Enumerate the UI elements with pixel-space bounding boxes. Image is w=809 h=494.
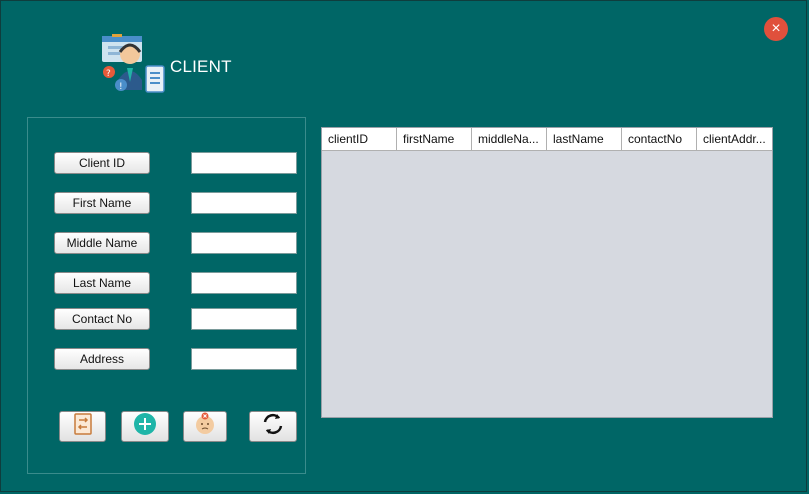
middle-name-field[interactable] [191, 232, 297, 254]
first-name-field[interactable] [191, 192, 297, 214]
svg-text:?: ? [106, 69, 111, 79]
svg-text:!: ! [119, 82, 123, 92]
address-label-button[interactable]: Address [54, 348, 150, 370]
refresh-button[interactable] [249, 411, 297, 442]
page-title: CLIENT [170, 57, 232, 76]
column-header-clientaddress[interactable]: clientAddr... [697, 128, 772, 150]
refresh-icon [260, 411, 286, 442]
update-button[interactable] [59, 411, 106, 442]
client-table[interactable]: clientID firstName middleNa... lastName … [321, 127, 773, 418]
client-id-field[interactable] [191, 152, 297, 174]
delete-button[interactable] [183, 411, 227, 442]
delete-user-icon [193, 412, 217, 441]
update-icon [71, 412, 95, 441]
address-field[interactable] [191, 348, 297, 370]
column-header-lastname[interactable]: lastName [547, 128, 622, 150]
column-header-middlename[interactable]: middleNa... [472, 128, 547, 150]
middle-name-label-button[interactable]: Middle Name [54, 232, 150, 254]
client-support-icon: ? ! [100, 32, 168, 98]
column-header-clientid[interactable]: clientID [322, 128, 397, 150]
add-icon [133, 412, 157, 441]
last-name-label-button[interactable]: Last Name [54, 272, 150, 294]
column-header-contactno[interactable]: contactNo [622, 128, 697, 150]
column-header-firstname[interactable]: firstName [397, 128, 472, 150]
add-button[interactable] [121, 411, 169, 442]
contact-no-field[interactable] [191, 308, 297, 330]
first-name-label-button[interactable]: First Name [54, 192, 150, 214]
contact-no-label-button[interactable]: Contact No [54, 308, 150, 330]
last-name-field[interactable] [191, 272, 297, 294]
client-id-label-button[interactable]: Client ID [54, 152, 150, 174]
table-header: clientID firstName middleNa... lastName … [322, 128, 772, 151]
close-icon[interactable]: × [764, 17, 788, 41]
